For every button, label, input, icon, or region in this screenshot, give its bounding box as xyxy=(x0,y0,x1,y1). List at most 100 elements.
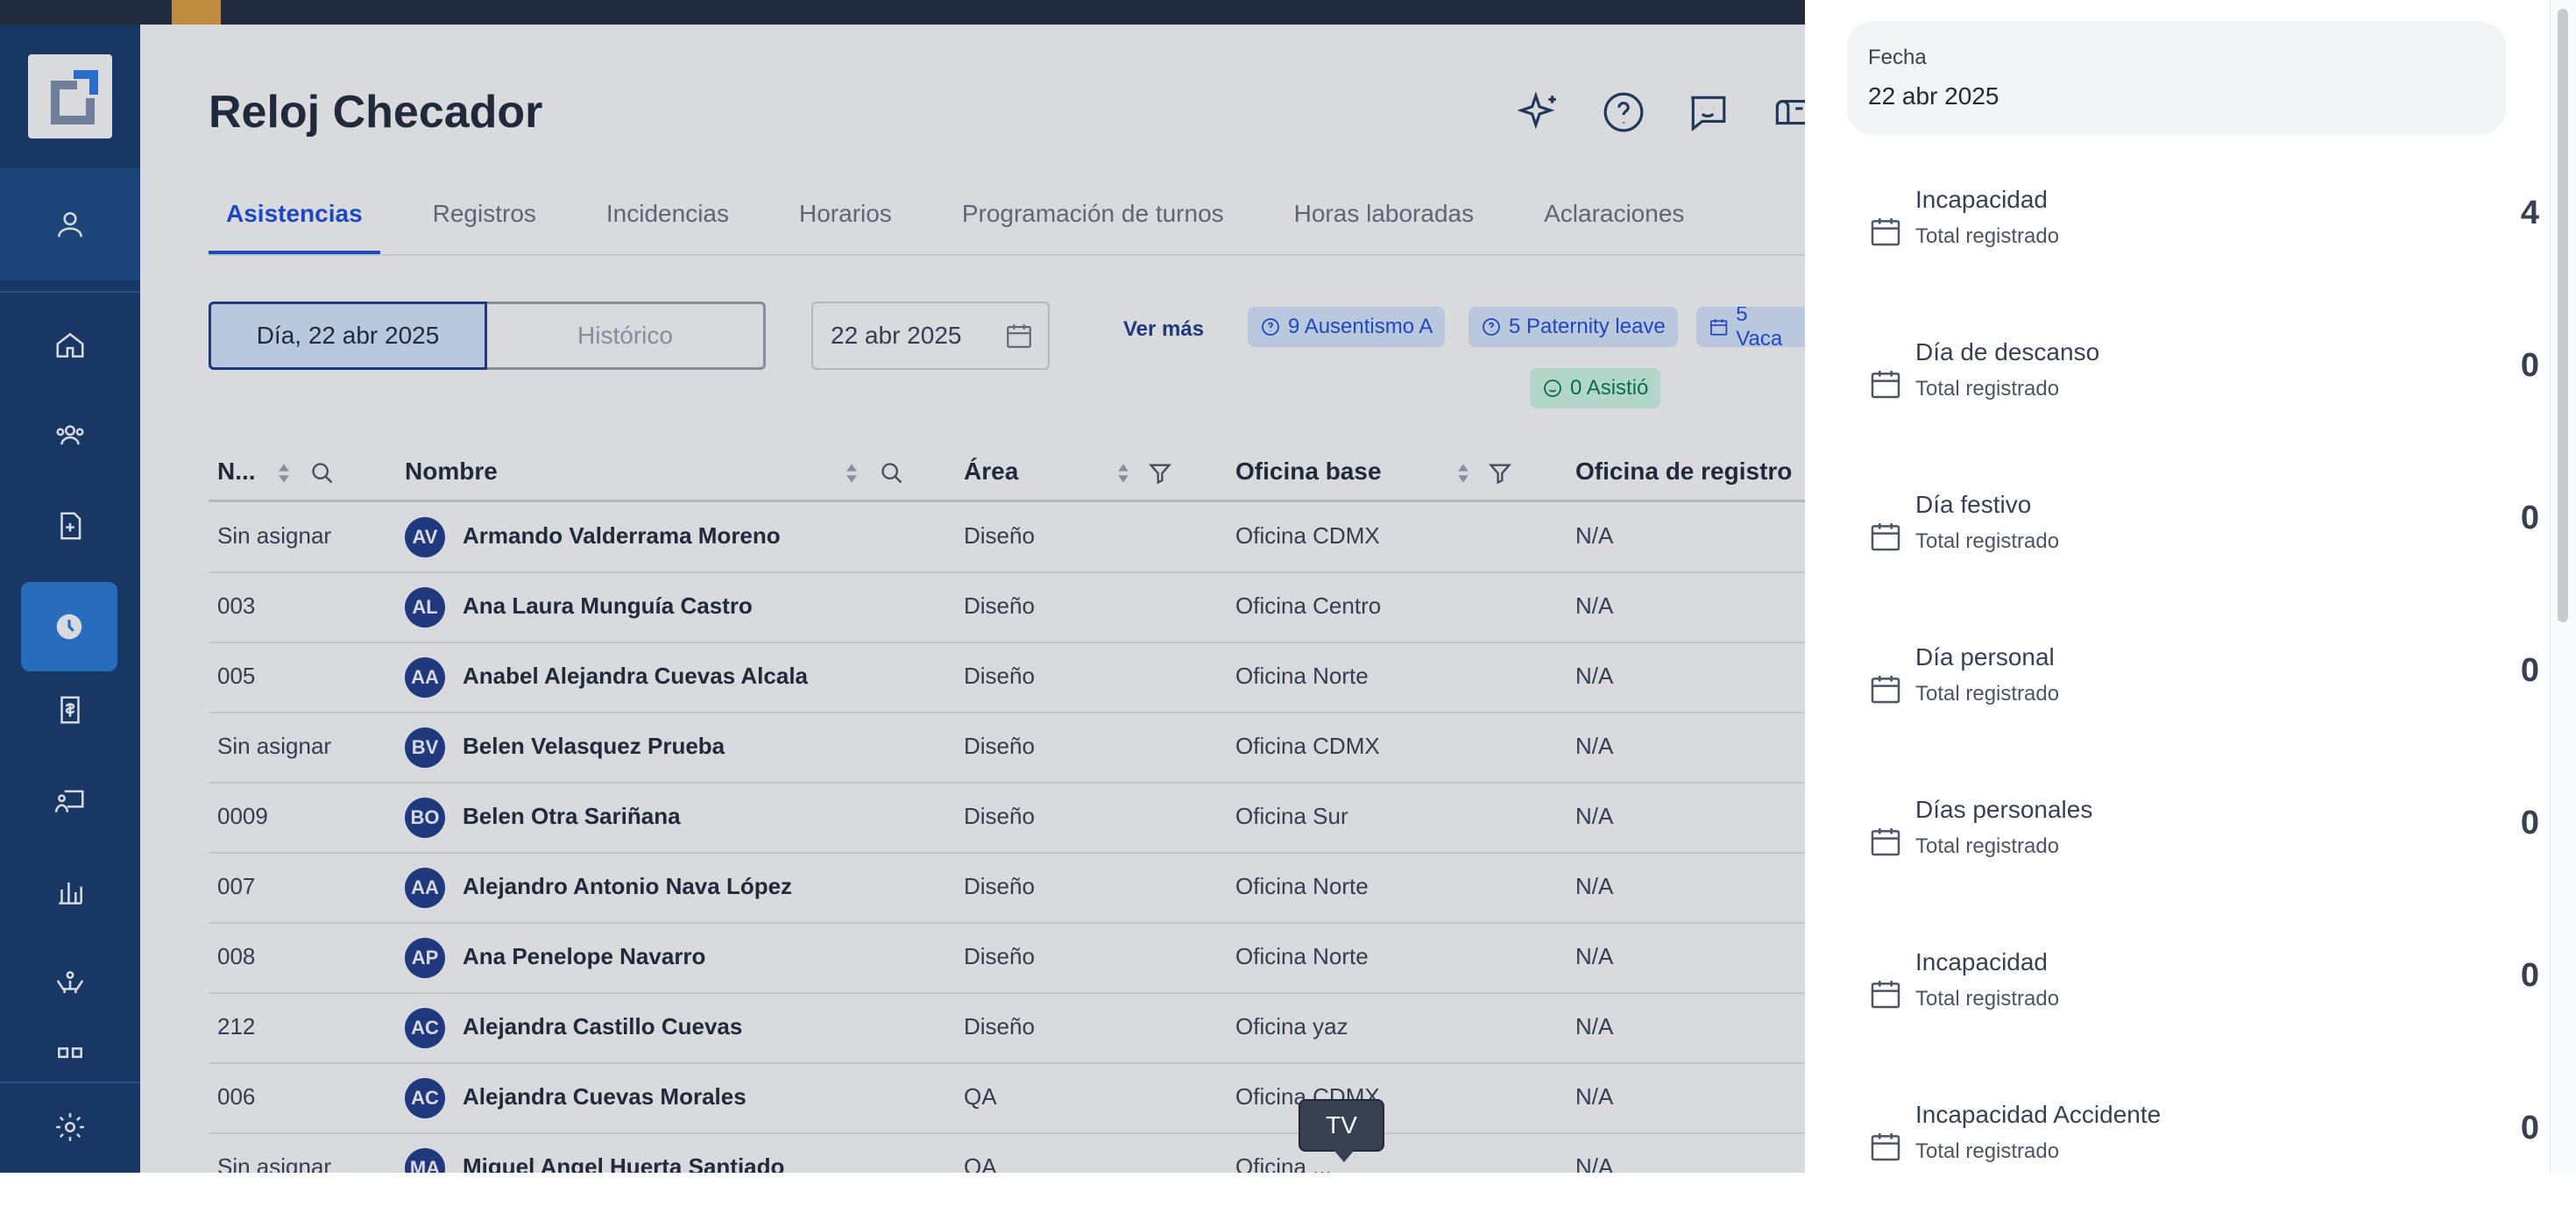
tab-asistencias[interactable]: Asistencias xyxy=(209,200,380,255)
search-icon[interactable] xyxy=(880,461,904,486)
table-row[interactable]: 008 AP Ana Penelope Navarro Diseño Ofici… xyxy=(209,922,1805,994)
people-icon xyxy=(56,425,84,445)
app-logo[interactable] xyxy=(28,54,112,138)
cell-reg-office: N/A xyxy=(1575,592,1614,619)
cell-name[interactable]: Belen Otra Sariñana xyxy=(463,803,681,830)
calendar-icon xyxy=(1871,981,1900,1009)
nav-apps[interactable] xyxy=(0,1038,140,1082)
table-row[interactable]: 0009 BO Belen Otra Sariñana Diseño Ofici… xyxy=(209,782,1805,854)
history-view-button[interactable]: Histórico xyxy=(487,302,766,370)
column-header-number[interactable]: N... xyxy=(217,458,256,486)
cell-area: QA xyxy=(964,1153,997,1173)
nav-people[interactable] xyxy=(0,391,140,479)
nav-home[interactable] xyxy=(0,302,140,389)
user-profile-nav[interactable] xyxy=(0,168,140,280)
nav-training[interactable] xyxy=(0,757,140,845)
cell-reg-office: N/A xyxy=(1575,663,1614,689)
calendar-icon[interactable] xyxy=(1004,321,1034,351)
feedback-icon[interactable] xyxy=(1686,90,1730,134)
tooltip: TV xyxy=(1299,1099,1384,1162)
search-icon[interactable] xyxy=(310,461,335,486)
table-row[interactable]: 006 AC Alejandra Cuevas Morales QA Ofici… xyxy=(209,1062,1805,1134)
cell-area: Diseño xyxy=(964,663,1035,689)
cell-name[interactable]: Alejandra Cuevas Morales xyxy=(463,1083,747,1110)
panel-scrollbar[interactable] xyxy=(2550,0,2576,1173)
ver-mas-link[interactable]: Ver más xyxy=(1123,317,1204,342)
stat-count: 0 xyxy=(2520,805,2539,841)
table-row[interactable]: Sin asignar AV Armando Valderrama Moreno… xyxy=(209,501,1805,573)
column-header-area[interactable]: Área xyxy=(964,458,1018,486)
help-icon[interactable] xyxy=(1602,90,1645,134)
filter-chip-asistio[interactable]: 0 Asistió xyxy=(1530,368,1661,408)
table-row[interactable]: Sin asignar MA Miguel Angel Huerta Santi… xyxy=(209,1132,1805,1173)
sparkles-icon[interactable] xyxy=(1518,90,1561,134)
cell-name[interactable]: Anabel Alejandra Cuevas Alcala xyxy=(463,663,808,690)
stat-item[interactable]: Día festivo Total registrado 0 xyxy=(1865,491,2539,596)
stat-item[interactable]: Incapacidad Total registrado 0 xyxy=(1865,948,2539,1053)
nav-payroll[interactable] xyxy=(0,666,140,754)
nav-settings[interactable] xyxy=(0,1082,140,1171)
tab-registros[interactable]: Registros xyxy=(415,200,554,255)
tab-programacion-turnos[interactable]: Programación de turnos xyxy=(945,200,1242,255)
stat-item[interactable]: Días personales Total registrado 0 xyxy=(1865,796,2539,901)
filter-chip-ausentismo[interactable]: 9 Ausentismo A xyxy=(1248,307,1446,347)
mailbox-icon[interactable] xyxy=(1770,90,1805,134)
table-row[interactable]: 212 AC Alejandra Castillo Cuevas Diseño … xyxy=(209,992,1805,1064)
table-row[interactable]: 005 AA Anabel Alejandra Cuevas Alcala Di… xyxy=(209,642,1805,713)
stat-title: Incapacidad xyxy=(1915,948,2049,975)
table-row[interactable]: Sin asignar BV Belen Velasquez Prueba Di… xyxy=(209,712,1805,784)
cell-name[interactable]: Armando Valderrama Moreno xyxy=(463,522,781,550)
column-header-oficina-registro[interactable]: Oficina de registro xyxy=(1575,458,1792,486)
cell-name[interactable]: Miguel Angel Huerta Santiado xyxy=(463,1153,784,1173)
date-input[interactable]: 22 abr 2025 xyxy=(811,302,1050,370)
cell-area: Diseño xyxy=(964,873,1035,899)
date-value: 22 abr 2025 xyxy=(1868,82,1999,110)
tab-horas-laboradas[interactable]: Horas laboradas xyxy=(1277,200,1491,255)
cell-area: Diseño xyxy=(964,803,1035,829)
cell-reg-office: N/A xyxy=(1575,803,1614,829)
scrollbar-thumb[interactable] xyxy=(2558,9,2568,622)
cell-number: 212 xyxy=(217,1013,256,1039)
cell-name[interactable]: Ana Laura Munguía Castro xyxy=(463,592,753,620)
nav-clock[interactable] xyxy=(21,582,117,671)
main-content: Reloj Checador Asistencias Registros Inc… xyxy=(140,25,1805,1173)
nav-reports[interactable] xyxy=(0,848,140,936)
calendar-icon xyxy=(1871,523,1900,551)
column-header-oficina-base[interactable]: Oficina base xyxy=(1235,458,1382,486)
date-display: Fecha 22 abr 2025 xyxy=(1847,21,2506,135)
stat-item[interactable]: Incapacidad Total registrado 4 xyxy=(1865,186,2539,291)
stat-subtitle: Total registrado xyxy=(1915,377,2060,401)
stat-item[interactable]: Día personal Total registrado 0 xyxy=(1865,643,2539,748)
sort-icon[interactable] xyxy=(1111,461,1136,486)
avatar: AL xyxy=(405,587,445,628)
filter-icon[interactable] xyxy=(1148,461,1172,486)
filter-chip-vacaciones[interactable]: 5 Vaca xyxy=(1696,307,1805,347)
payroll-icon xyxy=(60,696,80,724)
filter-icon[interactable] xyxy=(1488,461,1512,486)
cell-number: 006 xyxy=(217,1083,256,1110)
sort-icon[interactable] xyxy=(1451,461,1476,486)
table-header: N... Nombre Área Oficina base Oficina de… xyxy=(209,445,1805,502)
table-row[interactable]: 003 AL Ana Laura Munguía Castro Diseño O… xyxy=(209,571,1805,643)
cell-name[interactable]: Alejandra Castillo Cuevas xyxy=(463,1013,742,1040)
tab-aclaraciones[interactable]: Aclaraciones xyxy=(1526,200,1702,255)
tab-horarios[interactable]: Horarios xyxy=(782,200,909,255)
filter-chip-label: 5 Paternity leave xyxy=(1509,315,1666,338)
table-row[interactable]: 007 AA Alejandro Antonio Nava López Dise… xyxy=(209,852,1805,924)
stat-item[interactable]: Día de descanso Total registrado 0 xyxy=(1865,338,2539,443)
tab-incidencias[interactable]: Incidencias xyxy=(589,200,747,255)
date-input-value: 22 abr 2025 xyxy=(831,322,962,349)
smile-icon xyxy=(1544,380,1561,397)
sort-icon[interactable] xyxy=(272,461,296,486)
cell-name[interactable]: Belen Velasquez Prueba xyxy=(463,733,725,760)
nav-documents[interactable] xyxy=(0,482,140,570)
filter-chip-paternity[interactable]: 5 Paternity leave xyxy=(1468,307,1678,347)
sort-icon[interactable] xyxy=(839,461,864,486)
nav-wellbeing[interactable] xyxy=(0,940,140,1027)
day-view-button[interactable]: Día, 22 abr 2025 xyxy=(209,302,487,370)
column-header-nombre[interactable]: Nombre xyxy=(405,458,498,486)
stat-item[interactable]: Incapacidad Accidente Total registrado 0 xyxy=(1865,1101,2539,1206)
cell-name[interactable]: Alejandro Antonio Nava López xyxy=(463,873,792,900)
stat-count: 0 xyxy=(2520,652,2539,689)
cell-name[interactable]: Ana Penelope Navarro xyxy=(463,943,705,970)
